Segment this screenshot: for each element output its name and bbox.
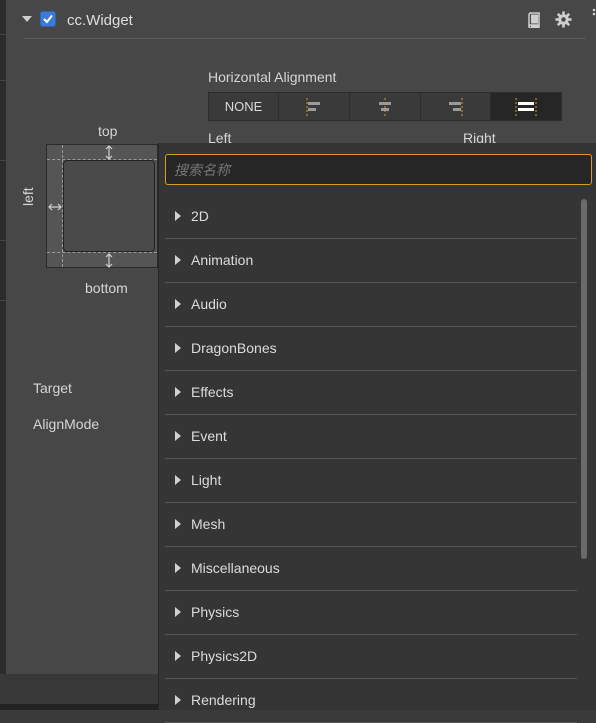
more-dots-icon[interactable] [592,8,596,20]
expand-arrow-icon [175,563,181,573]
enabled-checkbox[interactable] [40,11,56,27]
align-center-button[interactable] [350,93,421,120]
help-book-icon[interactable] [527,12,541,28]
expand-arrow-icon [175,343,181,353]
align-stretch-button[interactable] [491,93,561,120]
align-stretch-icon [515,97,537,116]
category-item-event[interactable]: Event [165,415,577,459]
left-margin-arrow-icon[interactable] [48,203,62,211]
category-item-light[interactable]: Light [165,459,577,503]
align-mode-label: AlignMode [33,416,100,432]
expand-arrow-icon [175,651,181,661]
settings-gear-icon[interactable] [555,11,572,28]
bottom-margin-guide [47,252,157,253]
target-label: Target [33,380,72,396]
category-item-physics[interactable]: Physics [165,591,577,635]
widget-target-box [63,160,155,252]
align-right-button[interactable] [421,93,492,120]
horizontal-alignment-group: NONE [208,92,562,121]
align-right-icon [449,97,463,116]
expand-arrow-icon [175,519,181,529]
diagram-bottom-label: bottom [85,280,128,296]
expand-arrow-icon [175,387,181,397]
category-item-animation[interactable]: Animation [165,239,577,283]
widget-diagram [46,144,158,268]
horizontal-alignment-label: Horizontal Alignment [208,69,337,85]
align-left-button[interactable] [279,93,350,120]
category-item-miscellaneous[interactable]: Miscellaneous [165,547,577,591]
category-item-mesh[interactable]: Mesh [165,503,577,547]
bottom-margin-arrow-icon[interactable] [105,253,113,268]
align-center-icon [378,97,391,116]
collapse-arrow-icon[interactable] [22,16,32,22]
expand-arrow-icon [175,255,181,265]
search-input[interactable] [165,154,592,185]
header-divider [24,38,586,39]
category-item-rendering[interactable]: Rendering [165,679,577,723]
expand-arrow-icon [175,211,181,221]
expand-arrow-icon [175,695,181,705]
category-item-physics2d[interactable]: Physics2D [165,635,577,679]
popup-scrollbar[interactable] [581,199,587,559]
expand-arrow-icon [175,607,181,617]
diagram-left-label: left [20,187,36,206]
category-item-dragonbones[interactable]: DragonBones [165,327,577,371]
category-item-effects[interactable]: Effects [165,371,577,415]
category-list: 2D Animation Audio DragonBones Effects E… [165,195,577,723]
category-item-2d[interactable]: 2D [165,195,577,239]
top-margin-arrow-icon[interactable] [105,145,113,160]
expand-arrow-icon [175,475,181,485]
popup-scroll-thumb[interactable] [581,199,587,559]
component-title: cc.Widget [67,12,133,29]
diagram-top-label: top [98,123,118,139]
expand-arrow-icon [175,299,181,309]
add-component-popup: 2D Animation Audio DragonBones Effects E… [158,143,596,723]
category-item-audio[interactable]: Audio [165,283,577,327]
component-header: cc.Widget [6,0,596,40]
expand-arrow-icon [175,431,181,441]
align-left-icon [306,97,320,116]
align-none-button[interactable]: NONE [209,93,279,120]
